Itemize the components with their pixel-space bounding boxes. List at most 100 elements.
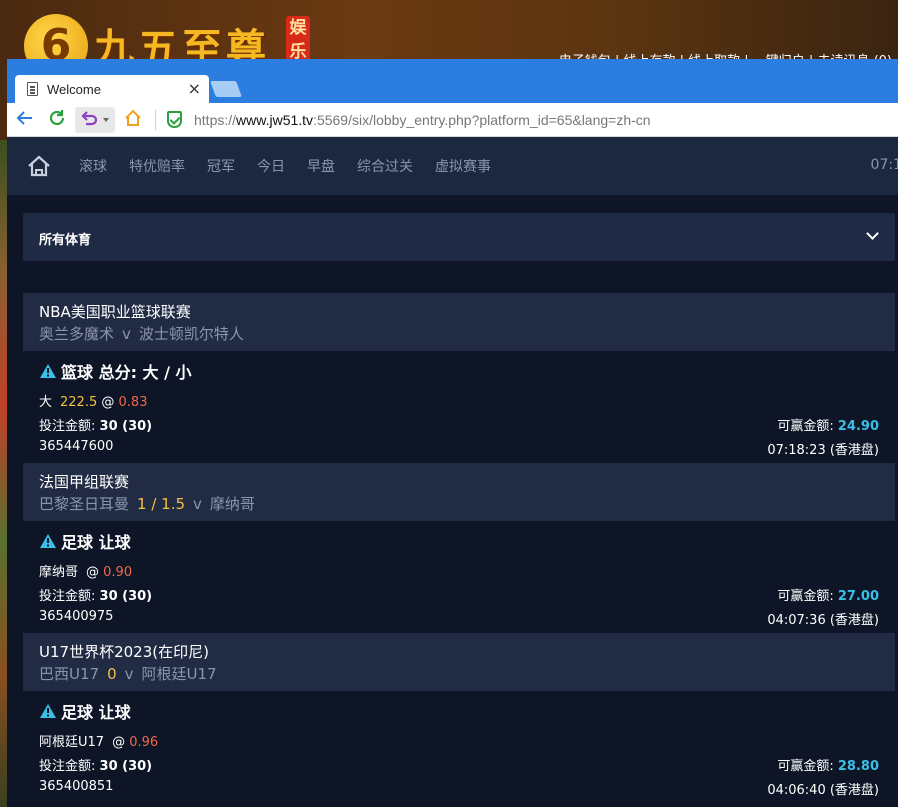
stake-amount: 投注金额: 30 (30) <box>39 585 152 604</box>
bet-details: 篮球 总分: 大 / 小 大 222.5 @ 0.83 投注金额: 30 (30)… <box>23 351 895 463</box>
sport-filter-label: 所有体育 <box>39 233 92 248</box>
nav-item-special-odds[interactable]: 特优赔率 <box>129 156 185 176</box>
win-value: 27.00 <box>837 589 879 604</box>
undo-dropdown-icon <box>103 118 109 122</box>
stake-label: 投注金额: <box>39 589 96 604</box>
bet-type-label: 足球 让球 <box>61 533 131 552</box>
potential-win: 可赢金额: 24.90 <box>777 415 879 434</box>
match-line: 奥兰多魔术 v 波士顿凯尔特人 <box>39 323 879 345</box>
selection: 摩纳哥 <box>39 565 79 580</box>
nav-item-virtual[interactable]: 虚拟赛事 <box>435 156 491 176</box>
back-arrow-icon[interactable] <box>13 108 37 132</box>
nav-item-champion[interactable]: 冠军 <box>207 156 235 176</box>
bet-type: 篮球 总分: 大 / 小 <box>39 359 192 383</box>
odds-value: 0.90 <box>103 565 133 580</box>
bet-details: 足球 让球 阿根廷U17 @ 0.96 投注金额: 30 (30) 可赢金额: 2… <box>23 691 895 803</box>
vs-label: v <box>124 665 134 683</box>
site-badge: 娱乐 <box>286 16 310 64</box>
away-team: 摩纳哥 <box>209 495 255 513</box>
handicap-line: 222.5 <box>60 395 98 410</box>
ticket-id: 365400851 <box>39 779 114 794</box>
bet-type: 足球 让球 <box>39 529 131 553</box>
home-icon[interactable] <box>27 155 51 177</box>
stake-value: 30 (30) <box>99 589 153 604</box>
bet-record: 法国甲组联赛 巴黎圣日耳曼 1 / 1.5 v 摩纳哥 足球 让球 摩纳哥 @ 0.90… <box>23 463 895 633</box>
at-sign: @ <box>101 395 115 410</box>
league-name: 法国甲组联赛 <box>39 473 130 491</box>
security-shield-icon[interactable] <box>167 111 182 128</box>
match-line: 巴西U17 0 v 阿根廷U17 <box>39 663 879 685</box>
warning-icon <box>39 363 57 379</box>
nav-item-today[interactable]: 今日 <box>257 156 285 176</box>
at-sign: @ <box>112 735 126 750</box>
league-name: U17世界杯2023(在印尼) <box>39 643 209 661</box>
chevron-down-icon <box>866 227 879 240</box>
bet-type-label: 篮球 总分: 大 / 小 <box>61 363 192 382</box>
stake-amount: 投注金额: 30 (30) <box>39 755 152 774</box>
tab-welcome[interactable]: Welcome × <box>15 75 209 103</box>
at-sign: @ <box>86 565 100 580</box>
win-label: 可赢金额: <box>777 759 834 774</box>
stake-value: 30 (30) <box>99 419 153 434</box>
potential-win: 可赢金额: 28.80 <box>777 755 879 774</box>
win-value: 24.90 <box>837 419 879 434</box>
sports-nav: 滚球 特优赔率 冠军 今日 早盘 综合过关 虚拟赛事 07:1 <box>7 137 898 195</box>
selection-line: 摩纳哥 @ 0.90 <box>39 561 132 580</box>
nav-items: 滚球 特优赔率 冠军 今日 早盘 综合过关 虚拟赛事 <box>79 156 491 176</box>
win-label: 可赢金额: <box>777 589 834 604</box>
warning-icon <box>39 703 57 719</box>
refresh-icon[interactable] <box>45 108 69 132</box>
bet-header: 法国甲组联赛 巴黎圣日耳曼 1 / 1.5 v 摩纳哥 <box>23 463 895 521</box>
selection: 大 <box>39 395 53 410</box>
stake-label: 投注金额: <box>39 759 96 774</box>
tab-page-icon <box>27 82 38 96</box>
stake-value: 30 (30) <box>99 759 153 774</box>
win-value: 28.80 <box>837 759 879 774</box>
stake-label: 投注金额: <box>39 419 96 434</box>
bet-type: 足球 让球 <box>39 699 131 723</box>
nav-item-parlay[interactable]: 综合过关 <box>357 156 413 176</box>
tab-title: Welcome <box>47 82 101 97</box>
away-team: 波士顿凯尔特人 <box>138 325 244 343</box>
bet-record: NBA美国职业篮球联赛 奥兰多魔术 v 波士顿凯尔特人 篮球 总分: 大 / 小 大… <box>23 293 895 463</box>
win-label: 可赢金额: <box>777 419 834 434</box>
odds-value: 0.96 <box>129 735 159 750</box>
home-team: 巴黎圣日耳曼 <box>39 495 130 513</box>
sport-filter-dropdown[interactable]: 所有体育 <box>23 213 895 261</box>
selection: 阿根廷U17 <box>39 735 105 750</box>
browser-window: Welcome × https://www.jw51.tv:5569/six/l… <box>7 59 898 807</box>
nav-item-live[interactable]: 滚球 <box>79 156 107 176</box>
handicap: 1 / 1.5 <box>137 495 186 513</box>
match-line: 巴黎圣日耳曼 1 / 1.5 v 摩纳哥 <box>39 493 879 515</box>
warning-icon <box>39 533 57 549</box>
handicap: 0 <box>107 665 117 683</box>
away-team: 阿根廷U17 <box>141 665 217 683</box>
nav-clock: 07:1 <box>870 157 898 173</box>
league-name: NBA美国职业篮球联赛 <box>39 303 191 321</box>
bet-record: U17世界杯2023(在印尼) 巴西U17 0 v 阿根廷U17 足球 让球 阿根廷U… <box>23 633 895 803</box>
vs-label: v <box>193 495 202 513</box>
bet-time: 04:07:36 (香港盘) <box>767 613 879 628</box>
nav-item-early[interactable]: 早盘 <box>307 156 335 176</box>
selection-line: 阿根廷U17 @ 0.96 <box>39 731 158 750</box>
browser-toolbar: https://www.jw51.tv:5569/six/lobby_entry… <box>7 103 898 137</box>
bet-time: 07:18:23 (香港盘) <box>767 443 879 458</box>
browser-home-icon[interactable] <box>121 108 145 132</box>
selection-line: 大 222.5 @ 0.83 <box>39 391 147 410</box>
close-icon[interactable]: × <box>188 79 201 98</box>
ticket-id: 365447600 <box>39 439 114 454</box>
ticket-id: 365400975 <box>39 609 114 624</box>
potential-win: 可赢金额: 27.00 <box>777 585 879 604</box>
bet-type-label: 足球 让球 <box>61 703 131 722</box>
address-bar[interactable]: https://www.jw51.tv:5569/six/lobby_entry… <box>194 112 651 128</box>
bet-time: 04:06:40 (香港盘) <box>767 783 879 798</box>
new-tab-button[interactable] <box>210 81 242 97</box>
bet-header: U17世界杯2023(在印尼) 巴西U17 0 v 阿根廷U17 <box>23 633 895 691</box>
bet-header: NBA美国职业篮球联赛 奥兰多魔术 v 波士顿凯尔特人 <box>23 293 895 351</box>
undo-button[interactable] <box>75 107 115 133</box>
url-path: :5569/six/lobby_entry.php?platform_id=65… <box>313 112 651 128</box>
undo-icon <box>79 110 99 134</box>
home-team: 奥兰多魔术 <box>39 325 115 343</box>
url-host: www.jw51.tv <box>236 112 314 128</box>
bet-details: 足球 让球 摩纳哥 @ 0.90 投注金额: 30 (30) 可赢金额: 27.0… <box>23 521 895 633</box>
